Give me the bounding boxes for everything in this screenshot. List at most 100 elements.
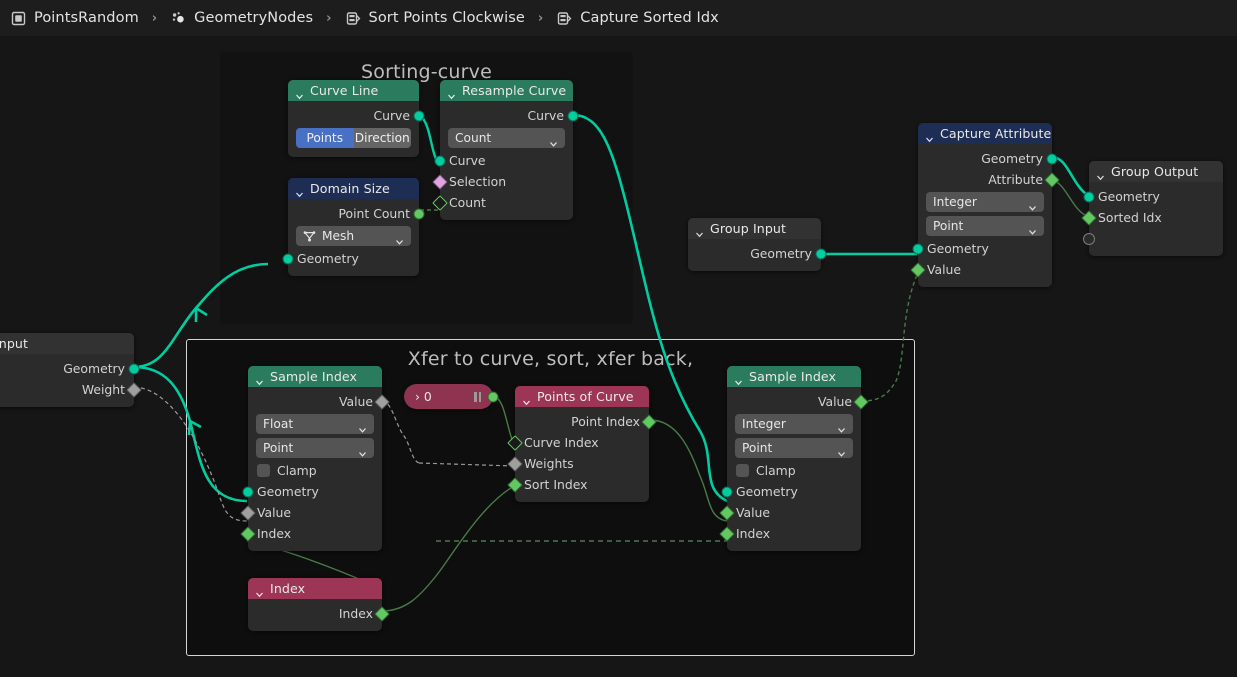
node-compare-greater-zero[interactable]: › 0	[404, 384, 499, 409]
output-row[interactable]: Value	[727, 391, 869, 412]
node-editor-canvas[interactable]: Sorting-curve Xfer to curve, sort, xfer …	[0, 36, 1237, 677]
socket-curve-out[interactable]	[567, 110, 579, 121]
node-group-input-left[interactable]: Group Input Geometry Weight	[0, 333, 142, 407]
node-domain-size[interactable]: Domain Size Point Count Mesh Geometry	[282, 178, 425, 276]
chevron-down-icon[interactable]	[295, 86, 304, 100]
mode-segmented-control[interactable]: Points Direction	[296, 128, 411, 148]
node-points-of-curve[interactable]: Points of Curve Point Index Curve Index …	[507, 386, 657, 502]
node-header[interactable]: Index	[248, 578, 382, 599]
chevron-down-icon[interactable]	[255, 372, 264, 386]
mode-option-direction[interactable]: Direction	[353, 128, 411, 148]
input-row[interactable]: Index	[719, 523, 861, 544]
input-row[interactable]: Count	[432, 192, 573, 213]
output-row[interactable]: Geometry	[918, 148, 1058, 169]
input-row[interactable]: Index	[240, 523, 382, 544]
input-row[interactable]: Geometry	[912, 238, 1052, 259]
node-header[interactable]: Points of Curve	[515, 386, 649, 407]
input-row[interactable]: Value	[719, 502, 861, 523]
breadcrumb-item-sort-points-clockwise[interactable]: Sort Points Clockwise	[341, 10, 529, 27]
output-row[interactable]: Index	[248, 603, 390, 624]
chevron-down-icon[interactable]	[522, 392, 531, 406]
output-row[interactable]: Point Count	[288, 203, 425, 224]
domain-dropdown[interactable]: Point	[256, 438, 374, 458]
output-row[interactable]: Weight	[0, 379, 142, 400]
chevron-down-icon[interactable]	[447, 86, 456, 100]
output-row[interactable]: Curve	[440, 105, 579, 126]
input-row[interactable]: Geometry	[282, 248, 419, 269]
output-row[interactable]: Value	[248, 391, 390, 412]
input-row[interactable]: Geometry	[721, 481, 861, 502]
chevron-down-icon[interactable]	[1028, 222, 1037, 235]
data-type-dropdown[interactable]: Integer	[735, 414, 853, 434]
node-sample-index-right[interactable]: Sample Index Value Integer Point Clamp G…	[719, 366, 869, 551]
clamp-checkbox-row[interactable]: Clamp	[727, 460, 861, 481]
mode-option-points[interactable]: Points	[296, 128, 354, 148]
input-row-extend[interactable]	[1083, 228, 1223, 249]
socket-point-count-out[interactable]	[413, 208, 425, 219]
mode-dropdown[interactable]: Count	[448, 128, 565, 148]
socket-geometry-out[interactable]	[128, 363, 140, 374]
data-type-dropdown[interactable]: Float	[256, 414, 374, 434]
socket-geometry-in[interactable]	[1083, 191, 1095, 202]
node-header[interactable]: Capture Attribute	[918, 123, 1052, 144]
chevron-down-icon[interactable]	[734, 372, 743, 386]
node-index[interactable]: Index Index	[248, 578, 390, 631]
chevron-down-icon[interactable]	[395, 232, 404, 245]
chevron-down-icon[interactable]	[837, 420, 846, 433]
node-header[interactable]: Sample Index	[248, 366, 382, 387]
input-row[interactable]: Value	[240, 502, 382, 523]
node-resample-curve[interactable]: Resample Curve Curve Count Curve Selecti…	[432, 80, 579, 220]
socket-geometry-in[interactable]	[721, 486, 733, 497]
node-sample-index-left[interactable]: Sample Index Value Float Point Clamp Geo…	[240, 366, 390, 551]
node-header[interactable]: Sample Index	[727, 366, 861, 387]
chevron-down-icon[interactable]	[358, 420, 367, 433]
socket-sorted-idx-in[interactable]	[1081, 209, 1097, 226]
chevron-down-icon[interactable]	[295, 184, 304, 198]
node-header[interactable]: Group Input	[688, 218, 821, 239]
node-capture-attribute[interactable]: Capture Attribute Geometry Attribute Int…	[910, 123, 1060, 287]
chevron-down-icon[interactable]	[358, 444, 367, 457]
node-group-output[interactable]: Group Output Geometry Sorted Idx	[1081, 161, 1223, 256]
chevron-down-icon[interactable]	[925, 129, 934, 143]
domain-dropdown[interactable]: Point	[735, 438, 853, 458]
node-header[interactable]: Resample Curve	[440, 80, 573, 101]
node-header[interactable]: Domain Size	[288, 178, 419, 199]
clamp-checkbox-row[interactable]: Clamp	[248, 460, 382, 481]
clamp-checkbox[interactable]	[257, 464, 270, 477]
socket-geometry-in[interactable]	[282, 253, 294, 264]
chevron-down-icon[interactable]	[1096, 167, 1105, 181]
breadcrumb-item-geometry-nodes[interactable]: GeometryNodes	[166, 10, 317, 27]
socket-curve-out[interactable]	[413, 110, 425, 121]
socket-geometry-out[interactable]	[1046, 153, 1058, 164]
output-row[interactable]: Curve	[288, 105, 425, 126]
input-row[interactable]: Geometry	[1083, 186, 1223, 207]
breadcrumb-item-object[interactable]: PointsRandom	[6, 10, 143, 27]
output-row[interactable]: Attribute	[918, 169, 1060, 190]
component-dropdown[interactable]: Mesh	[296, 226, 411, 246]
socket-geometry-out[interactable]	[815, 248, 827, 259]
chevron-down-icon[interactable]	[837, 444, 846, 457]
socket-attribute-out[interactable]	[1044, 171, 1060, 188]
chevron-down-icon[interactable]	[695, 224, 704, 238]
chevron-down-icon[interactable]	[549, 134, 558, 147]
chevron-down-icon[interactable]	[1028, 198, 1037, 211]
clamp-checkbox[interactable]	[736, 464, 749, 477]
node-header[interactable]: Group Input	[0, 333, 134, 354]
output-row[interactable]: Geometry	[0, 358, 140, 379]
input-row[interactable]: Selection	[432, 171, 573, 192]
chevron-down-icon[interactable]	[255, 584, 264, 598]
domain-dropdown[interactable]: Point	[926, 216, 1044, 236]
socket-value-in[interactable]	[910, 261, 926, 278]
output-row[interactable]: Point Index	[515, 411, 657, 432]
input-row[interactable]: Weights	[507, 453, 649, 474]
input-row[interactable]: Curve Index	[507, 432, 649, 453]
breadcrumb-item-capture-sorted-idx[interactable]: Capture Sorted Idx	[552, 10, 723, 27]
socket-weight-out[interactable]	[126, 381, 142, 398]
node-curve-line[interactable]: Curve Line Curve Points Direction	[288, 80, 425, 157]
socket-result-out[interactable]	[487, 391, 499, 402]
output-row[interactable]: Geometry	[688, 243, 827, 264]
input-row[interactable]: Sorted Idx	[1081, 207, 1223, 228]
input-row[interactable]: Geometry	[242, 481, 382, 502]
input-row[interactable]: Curve	[434, 150, 573, 171]
socket-geometry-in[interactable]	[242, 486, 254, 497]
